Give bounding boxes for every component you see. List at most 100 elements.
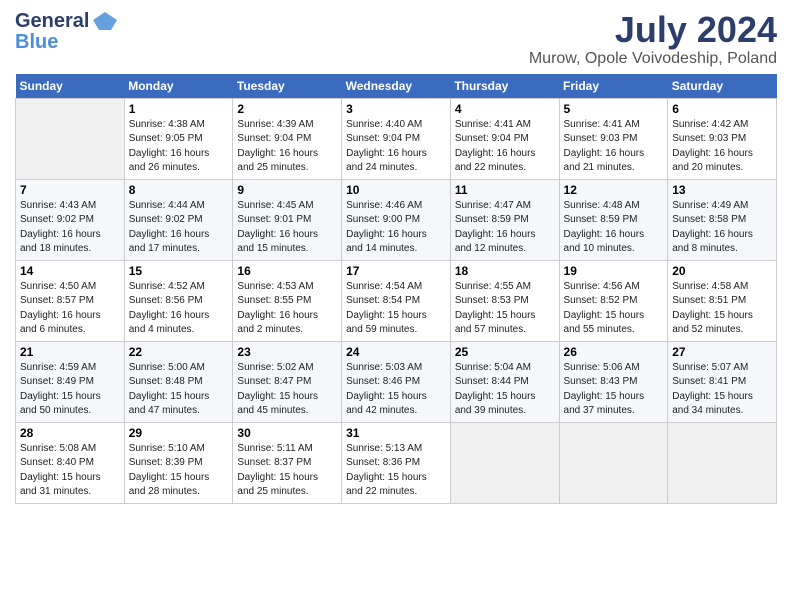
day-number: 23 xyxy=(237,345,337,359)
day-number: 26 xyxy=(564,345,664,359)
day-info: Sunrise: 4:50 AM Sunset: 8:57 PM Dayligh… xyxy=(20,280,120,338)
month-title: July 2024 xyxy=(529,10,777,50)
col-friday: Friday xyxy=(559,74,668,99)
day-info: Sunrise: 5:11 AM Sunset: 8:37 PM Dayligh… xyxy=(237,442,337,500)
day-cell: 10 Sunrise: 4:46 AM Sunset: 9:00 PM Dayli… xyxy=(342,179,451,260)
day-info: Sunrise: 4:52 AM Sunset: 8:56 PM Dayligh… xyxy=(129,280,229,338)
day-cell: 16 Sunrise: 4:53 AM Sunset: 8:55 PM Dayli… xyxy=(233,260,342,341)
day-number: 31 xyxy=(346,426,446,440)
day-number: 25 xyxy=(455,345,555,359)
calendar-table: Sunday Monday Tuesday Wednesday Thursday… xyxy=(15,74,777,504)
day-cell: 18 Sunrise: 4:55 AM Sunset: 8:53 PM Dayli… xyxy=(450,260,559,341)
day-info: Sunrise: 4:40 AM Sunset: 9:04 PM Dayligh… xyxy=(346,118,446,176)
logo-blue-text: Blue xyxy=(15,32,58,52)
day-cell: 21Sunrise: 4:59 AM Sunset: 8:49 PM Dayli… xyxy=(16,341,125,422)
day-cell: 9 Sunrise: 4:45 AM Sunset: 9:01 PM Daylig… xyxy=(233,179,342,260)
day-info: Sunrise: 5:07 AM Sunset: 8:41 PM Dayligh… xyxy=(672,361,772,419)
day-info: Sunrise: 4:55 AM Sunset: 8:53 PM Dayligh… xyxy=(455,280,555,338)
day-info: Sunrise: 5:10 AM Sunset: 8:39 PM Dayligh… xyxy=(129,442,229,500)
day-info: Sunrise: 5:03 AM Sunset: 8:46 PM Dayligh… xyxy=(346,361,446,419)
day-number: 14 xyxy=(20,264,120,278)
col-tuesday: Tuesday xyxy=(233,74,342,99)
col-wednesday: Wednesday xyxy=(342,74,451,99)
day-cell: 27 Sunrise: 5:07 AM Sunset: 8:41 PM Dayli… xyxy=(668,341,777,422)
col-monday: Monday xyxy=(124,74,233,99)
day-cell: 12 Sunrise: 4:48 AM Sunset: 8:59 PM Dayli… xyxy=(559,179,668,260)
day-info: Sunrise: 4:47 AM Sunset: 8:59 PM Dayligh… xyxy=(455,199,555,257)
day-cell: 20Sunrise: 4:58 AM Sunset: 8:51 PM Dayli… xyxy=(668,260,777,341)
day-number: 4 xyxy=(455,102,555,116)
day-number: 22 xyxy=(129,345,229,359)
day-info: Sunrise: 4:42 AM Sunset: 9:03 PM Dayligh… xyxy=(672,118,772,176)
day-info: Sunrise: 5:00 AM Sunset: 8:48 PM Dayligh… xyxy=(129,361,229,419)
logo: General Blue xyxy=(15,10,119,52)
day-cell xyxy=(16,98,125,179)
day-number: 7 xyxy=(20,183,120,197)
day-info: Sunrise: 4:45 AM Sunset: 9:01 PM Dayligh… xyxy=(237,199,337,257)
day-cell: 6 Sunrise: 4:42 AM Sunset: 9:03 PM Daylig… xyxy=(668,98,777,179)
day-cell: 17Sunrise: 4:54 AM Sunset: 8:54 PM Dayli… xyxy=(342,260,451,341)
day-cell: 26Sunrise: 5:06 AM Sunset: 8:43 PM Dayli… xyxy=(559,341,668,422)
day-cell: 31 Sunrise: 5:13 AM Sunset: 8:36 PM Dayli… xyxy=(342,422,451,503)
day-info: Sunrise: 4:46 AM Sunset: 9:00 PM Dayligh… xyxy=(346,199,446,257)
col-sunday: Sunday xyxy=(16,74,125,99)
day-cell: 28Sunrise: 5:08 AM Sunset: 8:40 PM Dayli… xyxy=(16,422,125,503)
day-cell: 29 Sunrise: 5:10 AM Sunset: 8:39 PM Dayli… xyxy=(124,422,233,503)
day-number: 6 xyxy=(672,102,772,116)
day-number: 9 xyxy=(237,183,337,197)
header: General Blue July 2024 Murow, Opole Voiv… xyxy=(15,10,777,68)
logo-text: General xyxy=(15,11,89,31)
day-info: Sunrise: 4:43 AM Sunset: 9:02 PM Dayligh… xyxy=(20,199,120,257)
day-cell xyxy=(668,422,777,503)
day-cell: 13 Sunrise: 4:49 AM Sunset: 8:58 PM Dayli… xyxy=(668,179,777,260)
day-cell: 5Sunrise: 4:41 AM Sunset: 9:03 PM Daylig… xyxy=(559,98,668,179)
day-info: Sunrise: 4:39 AM Sunset: 9:04 PM Dayligh… xyxy=(237,118,337,176)
day-number: 30 xyxy=(237,426,337,440)
day-number: 16 xyxy=(237,264,337,278)
day-cell xyxy=(450,422,559,503)
week-row-5: 28Sunrise: 5:08 AM Sunset: 8:40 PM Dayli… xyxy=(16,422,777,503)
day-cell xyxy=(559,422,668,503)
day-number: 18 xyxy=(455,264,555,278)
day-cell: 11 Sunrise: 4:47 AM Sunset: 8:59 PM Dayli… xyxy=(450,179,559,260)
day-info: Sunrise: 4:59 AM Sunset: 8:49 PM Dayligh… xyxy=(20,361,120,419)
day-info: Sunrise: 4:44 AM Sunset: 9:02 PM Dayligh… xyxy=(129,199,229,257)
day-info: Sunrise: 5:04 AM Sunset: 8:44 PM Dayligh… xyxy=(455,361,555,419)
day-info: Sunrise: 4:53 AM Sunset: 8:55 PM Dayligh… xyxy=(237,280,337,338)
week-row-4: 21Sunrise: 4:59 AM Sunset: 8:49 PM Dayli… xyxy=(16,341,777,422)
day-number: 8 xyxy=(129,183,229,197)
day-info: Sunrise: 4:58 AM Sunset: 8:51 PM Dayligh… xyxy=(672,280,772,338)
day-info: Sunrise: 4:41 AM Sunset: 9:04 PM Dayligh… xyxy=(455,118,555,176)
day-info: Sunrise: 4:54 AM Sunset: 8:54 PM Dayligh… xyxy=(346,280,446,338)
day-number: 3 xyxy=(346,102,446,116)
day-cell: 7 Sunrise: 4:43 AM Sunset: 9:02 PM Daylig… xyxy=(16,179,125,260)
day-number: 10 xyxy=(346,183,446,197)
day-info: Sunrise: 5:02 AM Sunset: 8:47 PM Dayligh… xyxy=(237,361,337,419)
week-row-3: 14 Sunrise: 4:50 AM Sunset: 8:57 PM Dayli… xyxy=(16,260,777,341)
day-cell: 8 Sunrise: 4:44 AM Sunset: 9:02 PM Daylig… xyxy=(124,179,233,260)
day-cell: 14 Sunrise: 4:50 AM Sunset: 8:57 PM Dayli… xyxy=(16,260,125,341)
day-info: Sunrise: 5:13 AM Sunset: 8:36 PM Dayligh… xyxy=(346,442,446,500)
location-title: Murow, Opole Voivodeship, Poland xyxy=(529,50,777,68)
day-info: Sunrise: 5:08 AM Sunset: 8:40 PM Dayligh… xyxy=(20,442,120,500)
day-number: 24 xyxy=(346,345,446,359)
day-number: 12 xyxy=(564,183,664,197)
day-number: 11 xyxy=(455,183,555,197)
day-number: 27 xyxy=(672,345,772,359)
day-cell: 25 Sunrise: 5:04 AM Sunset: 8:44 PM Dayli… xyxy=(450,341,559,422)
day-number: 13 xyxy=(672,183,772,197)
day-info: Sunrise: 4:48 AM Sunset: 8:59 PM Dayligh… xyxy=(564,199,664,257)
day-number: 29 xyxy=(129,426,229,440)
week-row-1: 1Sunrise: 4:38 AM Sunset: 9:05 PM Daylig… xyxy=(16,98,777,179)
day-cell: 2 Sunrise: 4:39 AM Sunset: 9:04 PM Daylig… xyxy=(233,98,342,179)
day-info: Sunrise: 4:49 AM Sunset: 8:58 PM Dayligh… xyxy=(672,199,772,257)
day-number: 2 xyxy=(237,102,337,116)
day-cell: 24 Sunrise: 5:03 AM Sunset: 8:46 PM Dayli… xyxy=(342,341,451,422)
day-number: 19 xyxy=(564,264,664,278)
col-thursday: Thursday xyxy=(450,74,559,99)
day-cell: 19Sunrise: 4:56 AM Sunset: 8:52 PM Dayli… xyxy=(559,260,668,341)
header-row: Sunday Monday Tuesday Wednesday Thursday… xyxy=(16,74,777,99)
page-container: General Blue July 2024 Murow, Opole Voiv… xyxy=(0,0,792,514)
col-saturday: Saturday xyxy=(668,74,777,99)
day-cell: 4 Sunrise: 4:41 AM Sunset: 9:04 PM Daylig… xyxy=(450,98,559,179)
